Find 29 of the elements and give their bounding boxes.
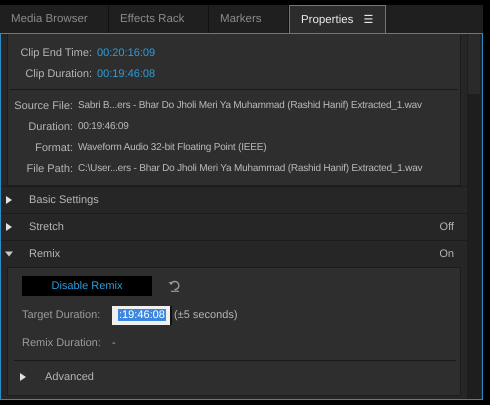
field-label: Clip Duration: <box>24 68 93 80</box>
field-value: 00:19:46:09 <box>78 121 129 132</box>
field-label: Format: <box>34 142 74 154</box>
field-value: Sabri B...ers - Bhar Do Jholi Meri Ya Muhammad (Rashid Hanif) Extracted_1.wav <box>78 100 422 111</box>
field-label: Clip End Time: <box>19 46 93 58</box>
tolerance-note: (±5 seconds) <box>174 309 238 321</box>
disable-remix-button[interactable]: Disable Remix <box>22 276 152 296</box>
tab[interactable]: Properties ☰ <box>289 5 386 33</box>
menu-icon[interactable]: ☰ <box>363 13 374 26</box>
field-value: 00:20:16:09 <box>97 46 156 58</box>
field-value: C:\User...ers - Bhar Do Jholi Meri Ya Muhammad (Rashid Hanif) Extracted_1.wav <box>78 163 422 174</box>
target-duration-input[interactable]: :19:46:08 <box>112 306 172 324</box>
field-label: Source File: <box>13 100 74 112</box>
field-label: Remix Duration: <box>22 337 102 349</box>
section-header[interactable]: Stretch Off <box>1 213 467 240</box>
section-header[interactable]: Advanced <box>14 360 456 393</box>
field-value: 00:19:46:08 <box>97 68 156 80</box>
scrollbar[interactable] <box>467 34 481 399</box>
expand-triangle-icon[interactable] <box>19 373 27 381</box>
expand-triangle-icon[interactable] <box>5 196 13 204</box>
reset-icon[interactable] <box>168 280 181 292</box>
field-label: Target Duration: <box>22 309 102 321</box>
field-label: File Path: <box>26 162 74 174</box>
field-value: Waveform Audio 32-bit Floating Point (IEEE) <box>78 142 266 153</box>
expand-triangle-icon[interactable] <box>5 223 13 231</box>
section-header[interactable]: Basic Settings <box>1 186 467 213</box>
field-label: Duration: <box>27 120 74 132</box>
field-value: - <box>112 337 116 349</box>
collapse-triangle-icon[interactable] <box>5 250 13 258</box>
